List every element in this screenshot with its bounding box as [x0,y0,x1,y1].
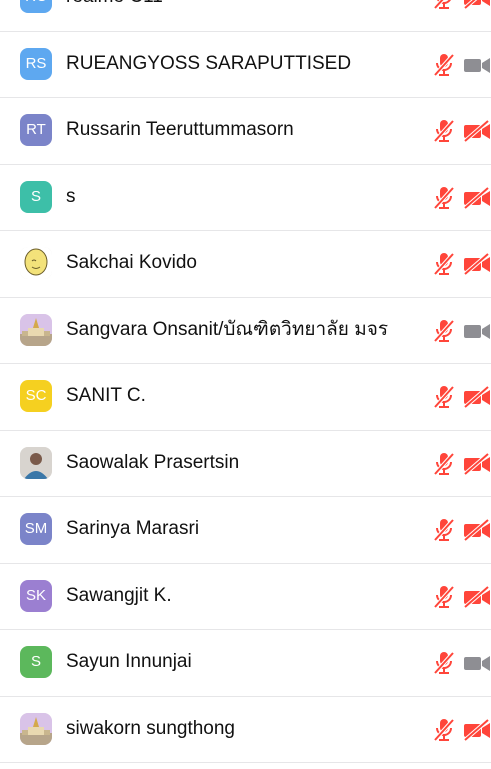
mic-muted-icon[interactable] [432,52,456,78]
participant-name: Sayun Innunjai [66,651,192,672]
avatar: SC [20,380,52,412]
avatar: RS [20,47,52,80]
participant-row[interactable]: RC realme C11 [0,0,491,32]
video-off-icon[interactable] [463,119,491,143]
video-off-icon[interactable] [463,584,491,609]
mic-muted-icon[interactable] [432,517,456,543]
mic-muted-icon[interactable] [432,318,456,344]
participant-row[interactable]: SC SANIT C. [0,364,491,431]
participant-row[interactable]: Saowalak Prasertsin [0,431,491,497]
video-off-icon[interactable] [463,518,491,542]
participant-row[interactable]: Sangvara Onsanit/บัณฑิตวิทยาลัย มจร [0,298,491,364]
participant-name: RUEANGYOSS SARAPUTTISED [66,52,352,74]
person-photo-avatar-icon [20,446,52,479]
avatar: SM [20,513,52,545]
video-off-icon[interactable] [463,385,491,409]
mic-muted-icon[interactable] [432,185,456,211]
cartoon-head-avatar-icon [20,247,52,279]
participant-name: SANIT C. [66,385,146,406]
mic-muted-icon[interactable] [432,0,456,11]
participant-row[interactable]: Sakchai Kovido [0,231,491,298]
video-camera-icon[interactable] [463,320,491,342]
participant-row[interactable]: Ss [0,165,491,231]
participant-name: s [66,185,76,207]
temple-photo-avatar-icon [20,712,52,745]
video-camera-icon[interactable] [463,54,491,76]
video-off-icon[interactable] [463,717,491,742]
participant-row[interactable]: siwakorn sungthong [0,697,491,763]
mic-muted-icon[interactable] [432,717,456,743]
participant-row[interactable]: SM Sarinya Marasri [0,497,491,564]
mic-muted-icon[interactable] [432,251,456,277]
participant-row[interactable]: SK Sawangjit K. [0,564,491,630]
mic-muted-icon[interactable] [432,118,456,144]
participant-name: siwakorn sungthong [66,717,235,739]
mic-muted-icon[interactable] [432,650,456,676]
participant-name: realme C11 [66,0,163,31]
video-off-icon[interactable] [463,451,491,476]
video-off-icon[interactable] [463,252,491,276]
participant-name: Saowalak Prasertsin [66,451,240,473]
mic-muted-icon[interactable] [432,384,456,410]
participant-name: Sakchai Kovido [66,252,197,273]
mic-muted-icon[interactable] [432,451,456,477]
temple-photo-avatar-icon [20,313,52,346]
participant-row[interactable]: S Sayun Innunjai [0,630,491,697]
participant-name: Sangvara Onsanit/บัณฑิตวิทยาลัย มจร [66,318,389,340]
participants-list: RCrealme C11RSRUEANGYOSS SARAPUTTISEDRTR… [0,0,491,763]
mic-muted-icon[interactable] [432,584,456,610]
avatar: S [20,646,52,678]
avatar: RT [20,114,52,146]
video-off-icon[interactable] [463,185,491,210]
avatar: S [20,180,52,213]
video-off-icon[interactable] [463,0,491,10]
video-camera-icon[interactable] [463,652,491,674]
participant-row[interactable]: RS RUEANGYOSS SARAPUTTISED [0,32,491,98]
participant-name: Sawangjit K. [66,584,172,606]
avatar: SK [20,579,52,612]
participant-row[interactable]: RT Russarin Teeruttummasorn [0,98,491,165]
participant-name: Sarinya Marasri [66,518,200,539]
avatar: RC [20,0,52,13]
participant-name: Russarin Teeruttummasorn [66,119,294,140]
